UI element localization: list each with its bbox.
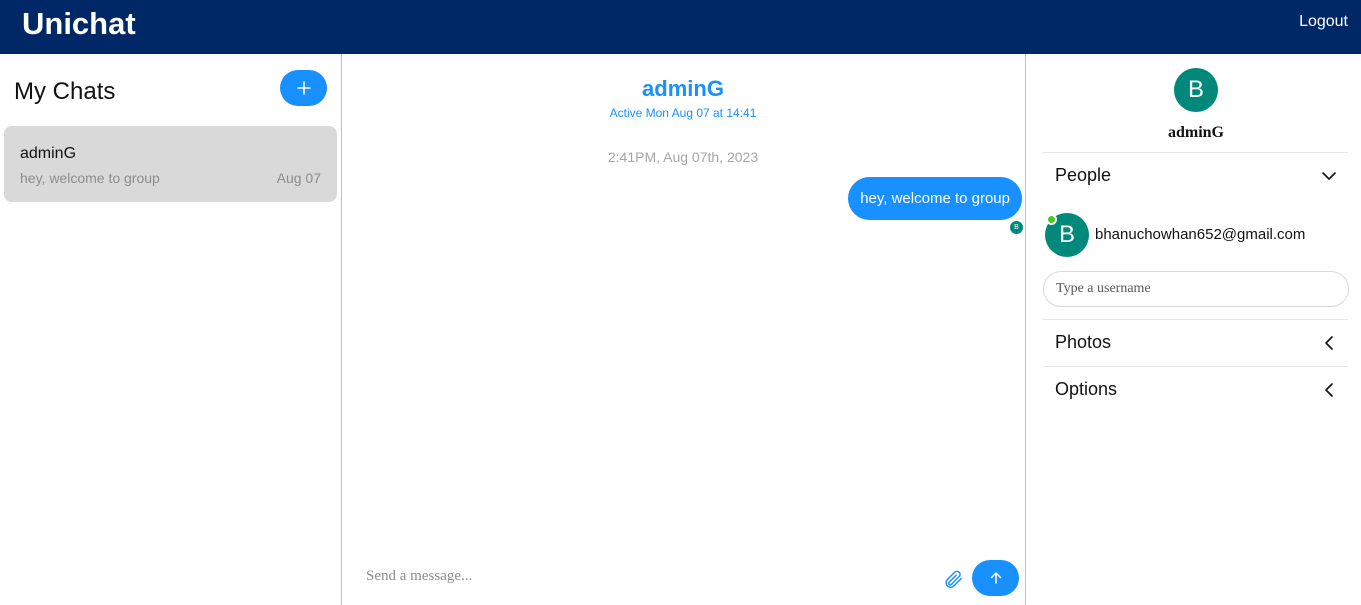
divider <box>1043 319 1348 320</box>
paperclip-icon <box>945 570 962 588</box>
chat-list-panel: My Chats adminG hey, welcome to group Au… <box>0 54 342 605</box>
chat-card-admin-g[interactable]: adminG hey, welcome to group Aug 07 <box>4 126 337 202</box>
options-section-label: Options <box>1055 379 1118 399</box>
read-receipt-avatar: B <box>1010 221 1023 234</box>
message-timestamp: 2:41PM, Aug 07th, 2023 <box>607 149 759 165</box>
options-section-header[interactable]: Options <box>1043 370 1348 410</box>
group-name: adminG <box>1167 124 1224 141</box>
chat-settings-panel: B adminG People B bhanuchowhan652@gmail.… <box>1026 54 1361 605</box>
chat-feed: adminG Active Mon Aug 07 at 14:41 2:41PM… <box>342 54 1026 605</box>
new-chat-button[interactable] <box>280 70 327 106</box>
people-section-header[interactable]: People <box>1043 156 1348 196</box>
chat-active-status: Active Mon Aug 07 at 14:41 <box>609 106 757 120</box>
chat-list-title: My Chats <box>14 78 116 105</box>
plus-icon <box>296 81 311 95</box>
group-avatar: B <box>1174 68 1218 112</box>
divider <box>1043 366 1348 367</box>
divider <box>1043 152 1348 153</box>
chevron-left-icon <box>1325 383 1333 397</box>
online-indicator <box>1046 214 1057 225</box>
arrow-up-icon <box>990 572 1001 584</box>
attach-button[interactable] <box>942 568 964 590</box>
person-row: B bhanuchowhan652@gmail.com <box>1043 212 1348 258</box>
chat-card-date: Aug 07 <box>276 170 321 186</box>
chat-card-title: adminG <box>20 145 77 162</box>
person-email: bhanuchowhan652@gmail.com <box>1095 226 1306 243</box>
message-input[interactable] <box>366 561 926 591</box>
photos-section-label: Photos <box>1055 332 1112 352</box>
chevron-left-icon <box>1325 336 1333 350</box>
top-navbar: Unichat Logout <box>0 0 1361 54</box>
people-section-label: People <box>1055 165 1112 185</box>
chat-title: adminG <box>642 76 724 101</box>
chat-card-last-message: hey, welcome to group <box>20 170 160 186</box>
send-button[interactable] <box>972 560 1019 596</box>
add-username-input[interactable] <box>1043 271 1349 307</box>
photos-section-header[interactable]: Photos <box>1043 323 1348 363</box>
message-bubble: hey, welcome to group <box>848 177 1022 220</box>
logout-link[interactable]: Logout <box>1299 13 1348 31</box>
chevron-down-icon <box>1322 172 1336 180</box>
app-brand: Unichat <box>22 6 136 41</box>
